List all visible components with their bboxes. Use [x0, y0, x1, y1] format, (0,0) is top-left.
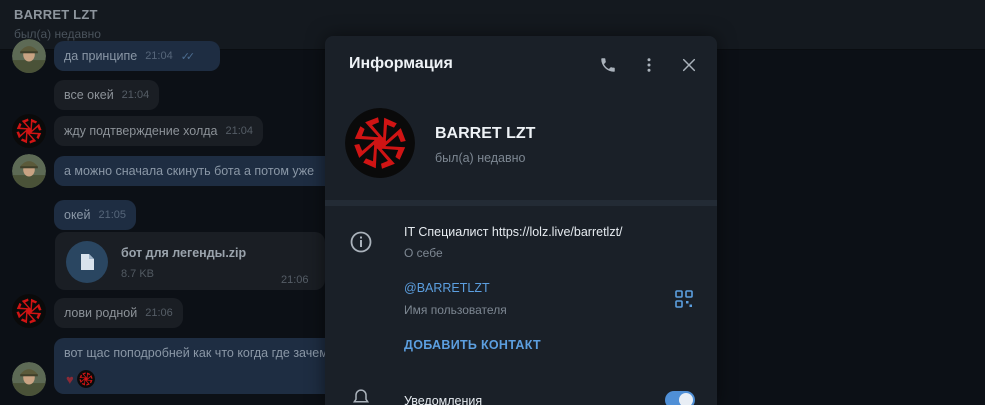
- read-checks-icon: ✓✓: [180, 50, 196, 63]
- file-message[interactable]: бот для легенды.zip 8.7 KB 21:06: [55, 232, 325, 290]
- message-bubble[interactable]: да принципе 21:04 ✓✓: [54, 41, 220, 71]
- message-bubble[interactable]: жду подтверждение холда 21:04: [54, 116, 264, 146]
- call-button[interactable]: [596, 53, 620, 77]
- avatar-other[interactable]: [12, 39, 46, 73]
- message-text: а можно сначала скинуть бота а потом уже: [64, 164, 315, 178]
- message-text: окей: [64, 208, 91, 222]
- qr-code-icon[interactable]: [675, 290, 693, 308]
- message-bubble[interactable]: вот щас поподробней как что когда где за…: [54, 338, 344, 394]
- close-button[interactable]: [677, 53, 701, 77]
- more-vertical-icon: [647, 58, 651, 72]
- message-text: лови родной: [64, 306, 138, 320]
- file-download-button[interactable]: [66, 241, 108, 283]
- avatar-barret[interactable]: [12, 114, 46, 148]
- section-divider: [325, 200, 717, 206]
- avatar-other[interactable]: [12, 154, 46, 188]
- notifications-label: Уведомления: [404, 394, 483, 405]
- message-bubble[interactable]: а можно сначала скинуть бота а потом уже: [54, 156, 344, 186]
- profile-avatar[interactable]: [345, 108, 415, 178]
- add-contact-button[interactable]: ДОБАВИТЬ КОНТАКТ: [404, 338, 541, 352]
- message-time: 21:06: [281, 274, 309, 286]
- heart-emoji: ♥: [66, 371, 74, 387]
- message-bubble[interactable]: все окей 21:04: [54, 80, 160, 110]
- symbol-emoji: [77, 370, 95, 388]
- more-button[interactable]: [637, 53, 661, 77]
- message-time: 21:06: [145, 307, 173, 319]
- close-icon: [682, 58, 696, 72]
- message-time: 21:04: [225, 125, 254, 137]
- bell-icon: [352, 389, 370, 403]
- notifications-toggle[interactable]: [665, 391, 695, 405]
- emoji-row: ♥: [66, 370, 95, 388]
- message-text: вот щас поподробней как что когда где за…: [64, 346, 328, 360]
- message-bubble[interactable]: окей 21:05: [54, 200, 137, 230]
- bio-text[interactable]: IT Специалист https://lolz.live/barretlz…: [404, 225, 623, 239]
- message-time: 21:04: [121, 89, 150, 101]
- message-bubble[interactable]: лови родной 21:06: [54, 298, 183, 328]
- message-time: 21:04: [145, 50, 173, 62]
- file-name: бот для легенды.zip: [121, 246, 247, 260]
- info-panel: Информация BARRET LZT был(а) недавно IT …: [325, 36, 717, 405]
- info-icon: [350, 231, 372, 253]
- message-text: все окей: [64, 88, 114, 102]
- profile-name: BARRET LZT: [435, 125, 536, 142]
- profile-status: был(а) недавно: [435, 151, 526, 165]
- message-text: да принципе: [64, 49, 138, 63]
- file-size: 8.7 KB: [121, 268, 155, 280]
- panel-title: Информация: [349, 55, 453, 72]
- avatar-other[interactable]: [12, 362, 46, 396]
- file-icon: [81, 254, 94, 270]
- avatar-barret[interactable]: [12, 294, 46, 328]
- phone-icon: [601, 58, 615, 72]
- username-label: Имя пользователя: [404, 303, 507, 317]
- bio-label: О себе: [404, 246, 443, 260]
- message-text: жду подтверждение холда: [64, 124, 218, 138]
- message-time: 21:05: [98, 209, 127, 221]
- chat-title: BARRET LZT: [14, 7, 98, 22]
- username-link[interactable]: @BARRETLZT: [404, 281, 490, 295]
